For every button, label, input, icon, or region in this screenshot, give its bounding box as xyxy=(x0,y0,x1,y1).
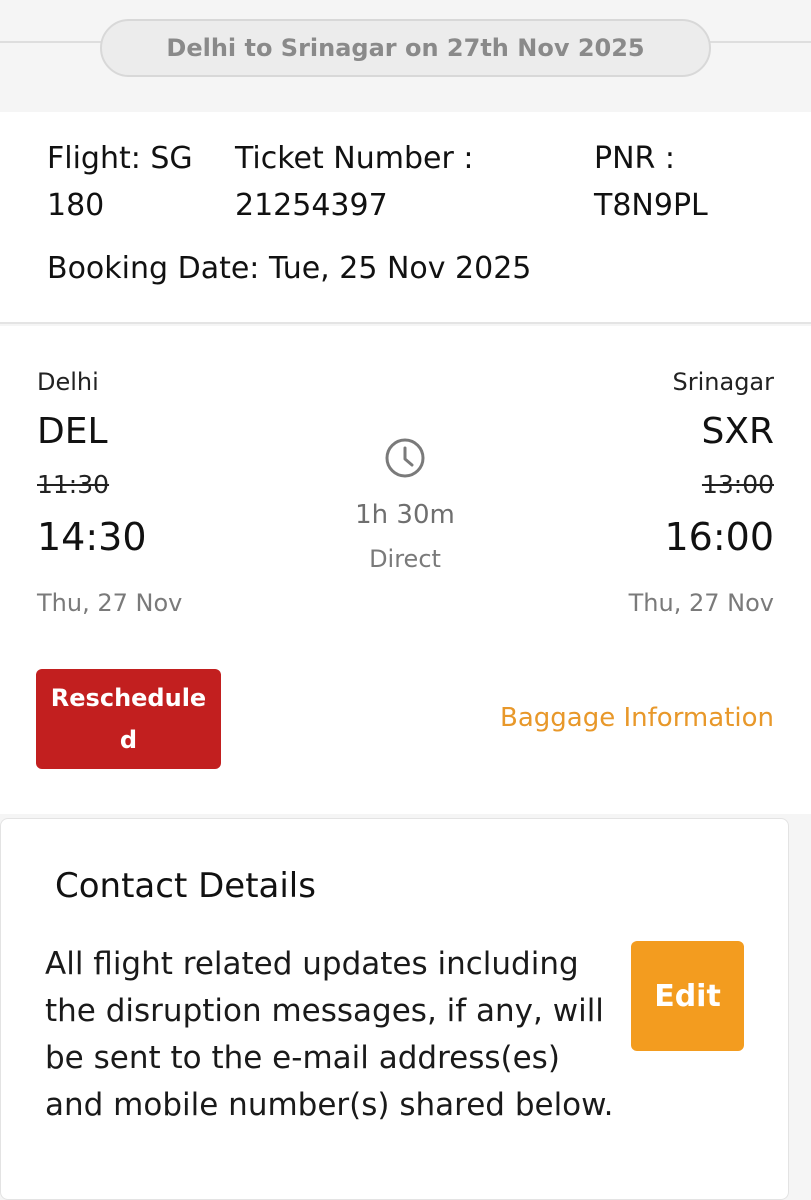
clock-icon xyxy=(385,438,425,478)
destination-date: Thu, 27 Nov xyxy=(628,589,774,617)
origin-new-time: 14:30 xyxy=(37,515,147,559)
origin-city: Delhi xyxy=(37,368,99,396)
pnr: PNR : T8N9PL xyxy=(594,141,708,223)
route-title: Delhi to Srinagar on 27th Nov 2025 xyxy=(100,19,711,77)
destination-city: Srinagar xyxy=(672,368,775,396)
origin-code: DEL xyxy=(37,411,108,452)
flight-duration: 1h 30m xyxy=(355,500,455,530)
stops-label: Direct xyxy=(369,545,441,573)
origin-old-time: 11:30 xyxy=(37,470,110,499)
destination-old-time: 13:00 xyxy=(701,470,774,499)
contact-title: Contact Details xyxy=(55,866,316,906)
flight-number: Flight: SG 180 xyxy=(47,141,193,223)
booking-date: Booking Date: Tue, 25 Nov 2025 xyxy=(47,251,532,286)
edit-button[interactable]: Edit xyxy=(631,941,744,1051)
contact-description: All flight related updates including the… xyxy=(45,946,614,1123)
origin-date: Thu, 27 Nov xyxy=(37,589,183,617)
baggage-information-link[interactable]: Baggage Information xyxy=(500,703,774,733)
destination-new-time: 16:00 xyxy=(664,515,774,559)
destination-code: SXR xyxy=(701,411,774,452)
route-header: Delhi to Srinagar on 27th Nov 2025 xyxy=(0,0,811,112)
ticket-number: Ticket Number : 21254397 xyxy=(235,141,474,223)
status-badge: Rescheduled xyxy=(36,669,221,769)
